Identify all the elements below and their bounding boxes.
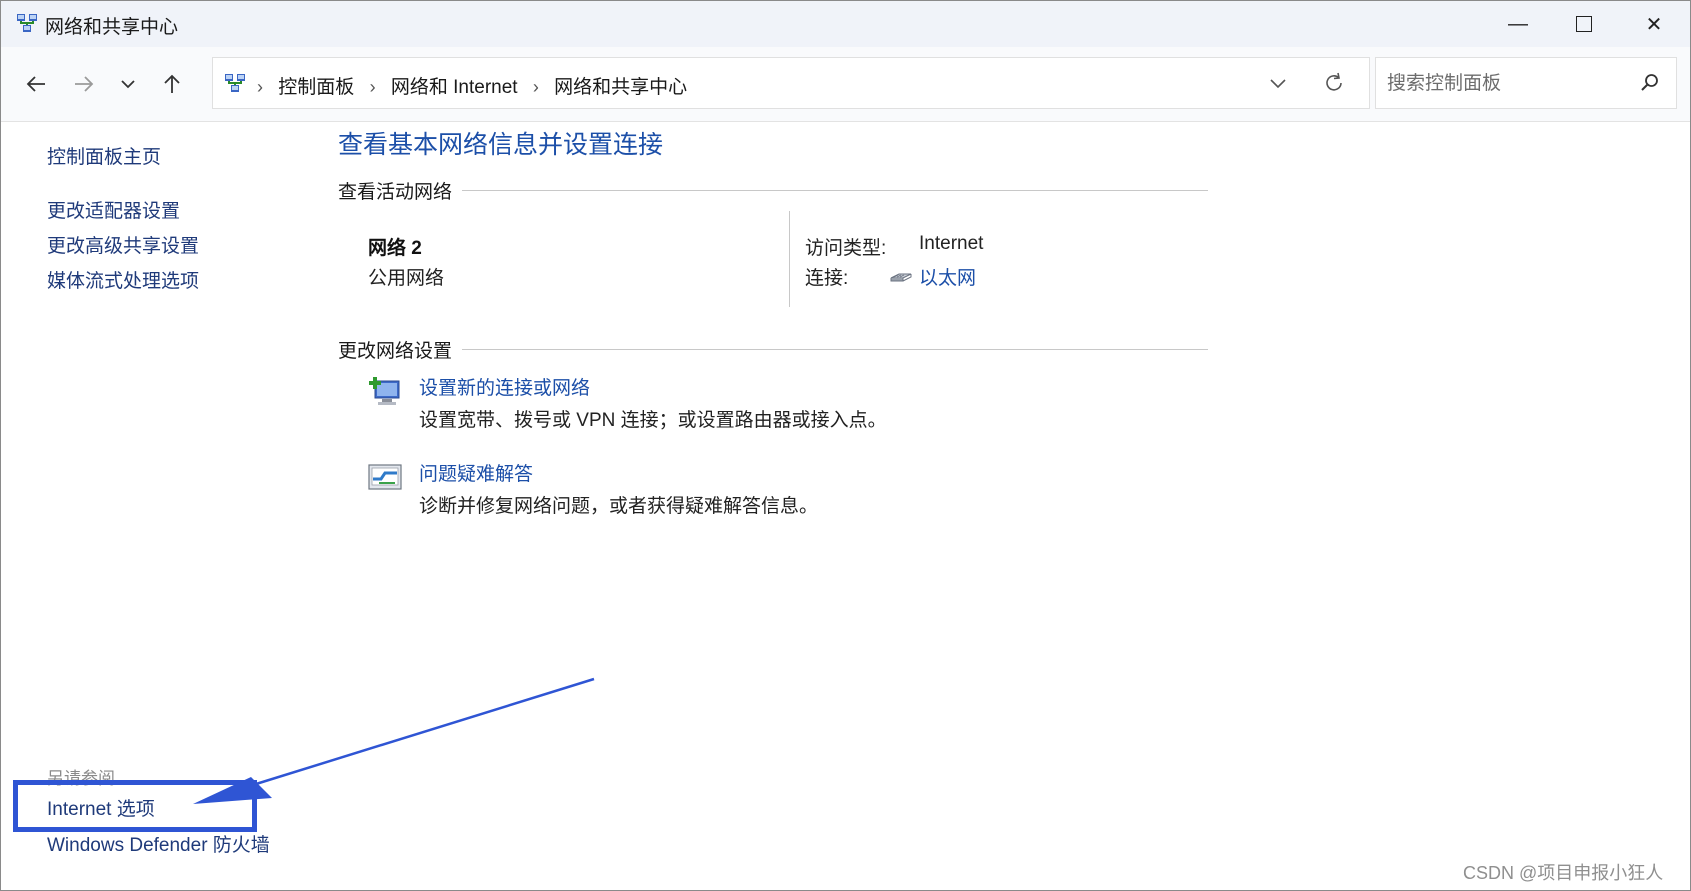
network-center-icon [17,14,37,32]
navigation-bar: › 控制面板 › 网络和 Internet › 网络和共享中心 [1,47,1690,122]
search-icon[interactable] [1639,72,1661,94]
ethernet-icon [890,273,912,281]
control-panel-icon [225,74,245,92]
breadcrumb-control-panel[interactable]: 控制面板 [278,77,354,98]
title-bar: 网络和共享中心 — ✕ [1,1,1690,47]
forward-button[interactable] [67,67,101,101]
sidebar-item-media-streaming[interactable]: 媒体流式处理选项 [47,266,199,293]
breadcrumb-separator: › [532,77,539,97]
network-category: 公用网络 [368,268,445,289]
recent-locations-button[interactable] [111,67,145,101]
troubleshoot-description: 诊断并修复网络问题，或者获得疑难解答信息。 [419,496,819,517]
new-connection-link[interactable]: 设置新的连接或网络 [419,373,590,400]
search-input[interactable] [1385,70,1629,98]
network-name: 网络 2 [368,238,422,259]
troubleshoot-link[interactable]: 问题疑难解答 [419,459,533,486]
sidebar-item-advanced-sharing[interactable]: 更改高级共享设置 [47,231,199,258]
network-details-divider [789,211,790,307]
search-box[interactable] [1375,57,1677,109]
arrow-right-icon [75,76,94,92]
address-dropdown-icon[interactable] [1263,68,1293,98]
window-title: 网络和共享中心 [45,17,179,38]
new-connection-icon [369,377,400,405]
control-panel-window: 网络和共享中心 — ✕ › 控制面板 › 网络和 Internet › 网络和共… [0,0,1691,891]
back-button[interactable] [19,67,53,101]
chevron-down-icon [121,80,135,89]
close-icon: ✕ [1645,13,1663,36]
close-button[interactable]: ✕ [1619,1,1689,47]
sidebar-item-home[interactable]: 控制面板主页 [47,142,161,169]
up-button[interactable] [155,67,189,101]
access-type-label: 访问类型: [805,238,887,259]
new-connection-description: 设置宽带、拨号或 VPN 连接；或设置路由器或接入点。 [419,410,887,431]
arrow-up-icon [164,74,180,93]
minimize-icon: — [1508,12,1528,35]
annotation-arrow [193,677,595,804]
page-title: 查看基本网络信息并设置连接 [338,131,664,159]
troubleshoot-icon [368,464,402,490]
breadcrumb-sharing-center[interactable]: 网络和共享中心 [554,77,687,98]
breadcrumb: › 控制面板 › 网络和 Internet › 网络和共享中心 [257,72,687,99]
ethernet-connection-label: 以太网 [919,268,977,289]
watermark: CSDN @项目申报小狂人 [1463,863,1664,883]
address-bar[interactable]: › 控制面板 › 网络和 Internet › 网络和共享中心 [212,57,1370,109]
breadcrumb-network-internet[interactable]: 网络和 Internet [391,77,518,98]
refresh-icon[interactable] [1319,68,1349,98]
arrow-left-icon [26,76,45,92]
maximize-button[interactable] [1549,1,1619,47]
annotation-highlight-box [13,780,257,832]
active-networks-heading: 查看活动网络 [338,177,463,204]
access-type-value: Internet [919,233,984,254]
breadcrumb-separator: › [257,77,263,97]
section-divider [338,349,1208,350]
see-also-defender-firewall[interactable]: Windows Defender 防火墙 [47,830,270,857]
connections-label: 连接: [805,268,849,289]
minimize-button[interactable]: — [1483,1,1553,47]
sidebar-item-adapter-settings[interactable]: 更改适配器设置 [47,196,180,223]
change-settings-heading: 更改网络设置 [338,336,463,363]
section-divider [338,190,1208,191]
maximize-icon [1576,16,1592,32]
ethernet-connection-link[interactable]: 以太网 [889,263,976,290]
breadcrumb-separator: › [369,77,376,97]
